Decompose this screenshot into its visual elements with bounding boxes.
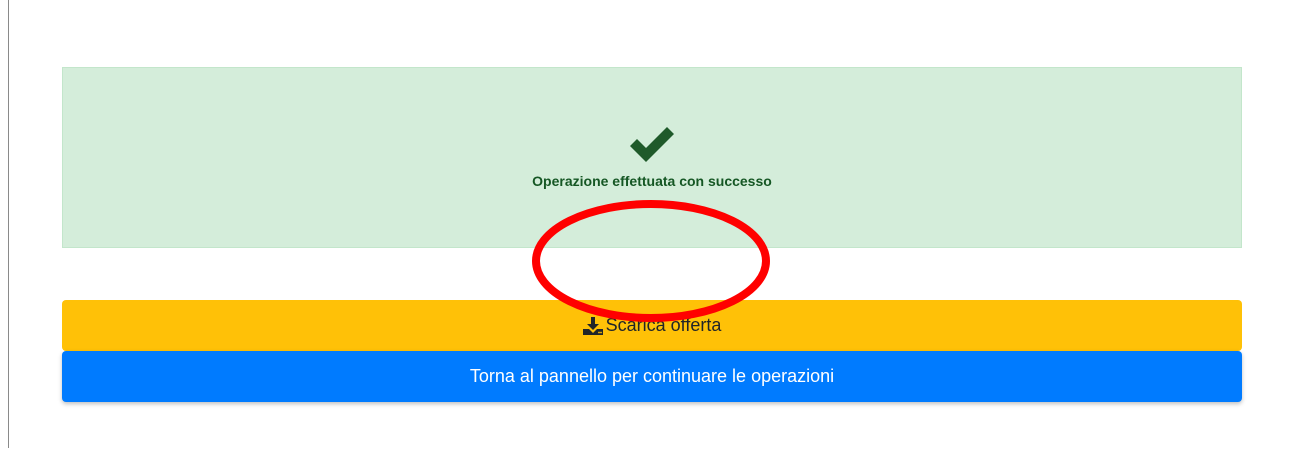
check-icon bbox=[630, 127, 674, 162]
download-offer-button[interactable]: Scarica offerta bbox=[62, 300, 1242, 351]
page: Operazione effettuata con successo Scari… bbox=[0, 0, 1299, 452]
left-border-line bbox=[8, 0, 9, 448]
back-to-panel-button[interactable]: Torna al pannello per continuare le oper… bbox=[62, 351, 1242, 402]
success-alert: Operazione effettuata con successo bbox=[62, 67, 1242, 248]
download-offer-label: Scarica offerta bbox=[605, 315, 722, 335]
back-to-panel-label: Torna al pannello per continuare le oper… bbox=[469, 366, 835, 386]
download-icon bbox=[582, 316, 603, 335]
success-message: Operazione effettuata con successo bbox=[532, 173, 772, 189]
